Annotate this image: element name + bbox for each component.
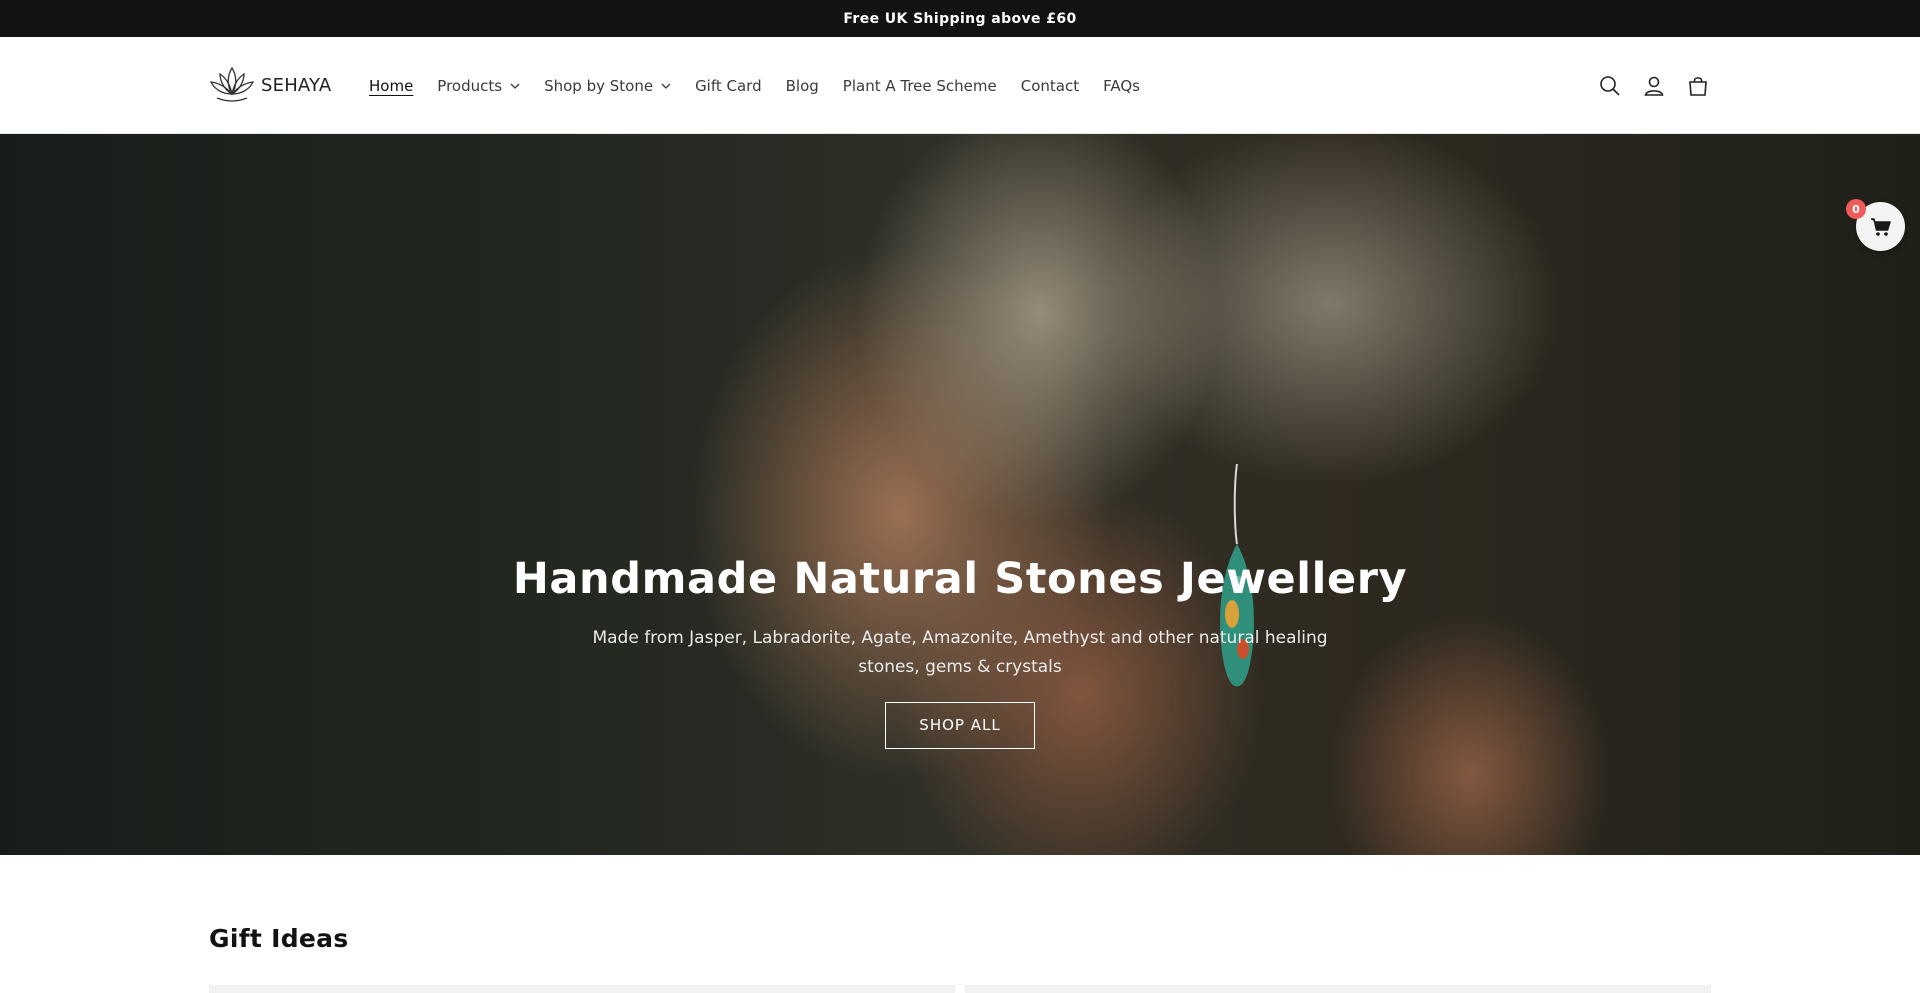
nav-item-faqs[interactable]: FAQs (1091, 66, 1152, 106)
logo[interactable]: SEHAYA (209, 64, 331, 106)
nav-item-label: Shop by Stone (544, 76, 654, 95)
nav-item-plant-a-tree[interactable]: Plant A Tree Scheme (831, 66, 1009, 106)
chevron-down-icon (661, 83, 671, 89)
nav-item-label: Products (437, 76, 503, 95)
brand-name: SEHAYA (261, 74, 332, 96)
lotus-logo-icon (209, 66, 255, 102)
hero-content: Handmade Natural Stones Jewellery Made f… (0, 554, 1920, 749)
announcement-bar: Free UK Shipping above £60 (0, 0, 1920, 37)
nav-item-label: Blog (785, 76, 819, 95)
nav-item-contact[interactable]: Contact (1009, 66, 1091, 106)
hero-subtitle: Made from Jasper, Labradorite, Agate, Am… (592, 627, 1328, 677)
header-icons (1596, 37, 1712, 134)
search-button[interactable] (1596, 72, 1624, 100)
nav-item-label: FAQs (1103, 76, 1140, 95)
account-icon (1644, 76, 1664, 96)
gift-idea-card[interactable] (209, 985, 955, 993)
nav-item-blog[interactable]: Blog (774, 66, 831, 106)
nav-item-label: Gift Card (695, 76, 762, 95)
cart-button[interactable] (1684, 72, 1712, 100)
announcement-text: Free UK Shipping above £60 (843, 10, 1077, 27)
hero-title: Handmade Natural Stones Jewellery (512, 554, 1408, 604)
main-nav: Home Products Shop by Stone Gift Card Bl… (369, 37, 1152, 134)
nav-item-products[interactable]: Products (425, 66, 532, 106)
account-button[interactable] (1640, 72, 1668, 100)
nav-item-home[interactable]: Home (369, 66, 425, 106)
nav-item-label: Contact (1020, 76, 1080, 95)
shop-all-button[interactable]: SHOP ALL (885, 701, 1035, 749)
hero-banner: Handmade Natural Stones Jewellery Made f… (0, 134, 1920, 855)
nav-item-shop-by-stone[interactable]: Shop by Stone (532, 66, 683, 106)
nav-item-label: Home (369, 76, 414, 95)
gift-idea-card[interactable] (965, 985, 1711, 993)
cart-icon (1689, 76, 1707, 96)
nav-item-gift-card[interactable]: Gift Card (683, 66, 774, 106)
search-icon (1600, 75, 1620, 96)
site-header: SEHAYA Home Products Shop by Stone Gift … (0, 37, 1920, 134)
shopping-cart-icon (1870, 217, 1891, 236)
nav-item-label: Plant A Tree Scheme (842, 76, 997, 95)
chevron-down-icon (510, 83, 520, 89)
cart-count-badge: 0 (1846, 199, 1866, 219)
gift-ideas-title: Gift Ideas (209, 924, 349, 953)
